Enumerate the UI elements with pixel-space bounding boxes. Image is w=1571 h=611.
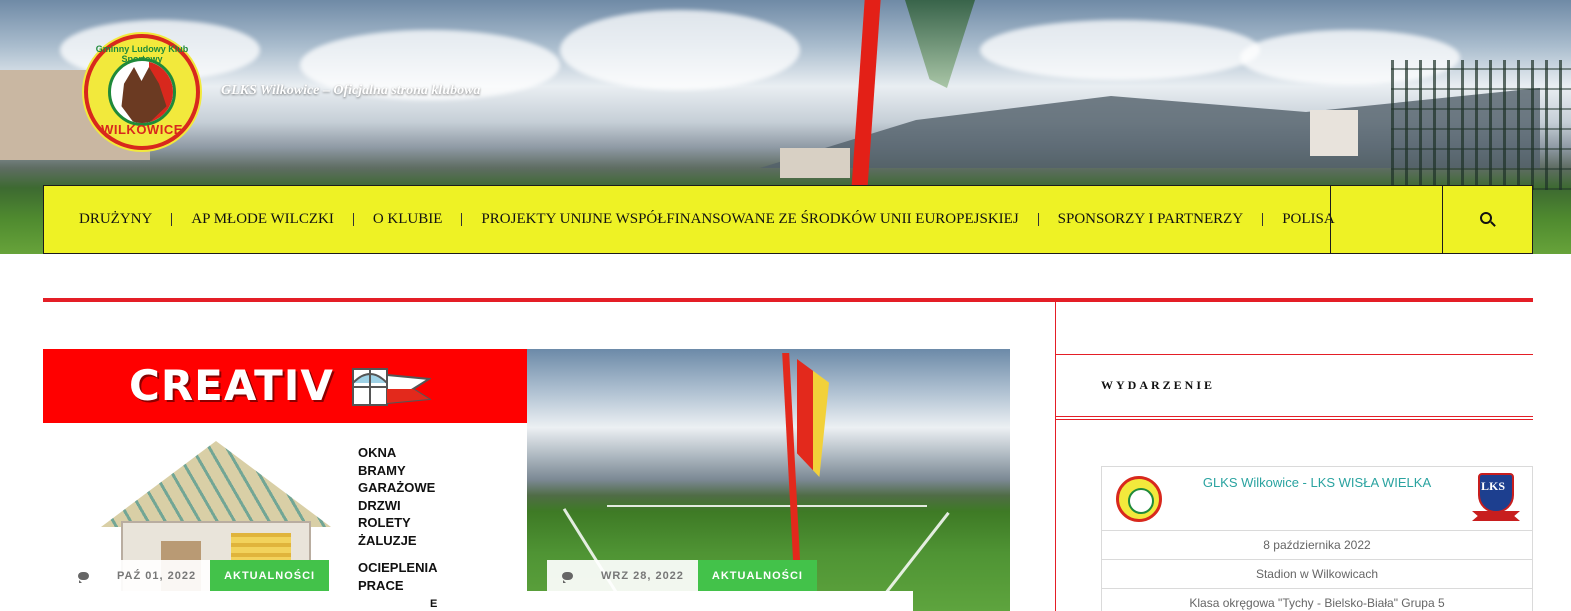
- event-title-link[interactable]: GLKS Wilkowice - LKS WISŁA WIELKA: [1102, 475, 1532, 490]
- main-navigation: DRUŻYNY AP MŁODE WILCZKI O KLUBIE PROJEK…: [43, 185, 1533, 254]
- offer-line: OKNA: [358, 445, 397, 460]
- nav-item-projekty-unijne[interactable]: PROJEKTY UNIJNE WSPÓŁFINANSOWANE ZE ŚROD…: [481, 211, 1018, 228]
- pitch-line: [607, 505, 927, 507]
- ad-banner: CREATIV: [43, 349, 527, 423]
- window-logo-icon: [352, 368, 431, 406]
- away-team-logo: LKS: [1472, 473, 1520, 525]
- cloud: [560, 10, 800, 90]
- logo-bottom-text: WILKOWICE: [101, 122, 183, 137]
- offer-line: BRAMY: [358, 462, 406, 478]
- nav-menu: DRUŻYNY AP MŁODE WILCZKI O KLUBIE PROJEK…: [44, 186, 1335, 253]
- offer-list: OKNA BRAMY GARAŻOWE DRZWI ROLETY ŻALUZJE…: [358, 444, 437, 594]
- corner-flag: [797, 359, 829, 477]
- widget-title: WYDARZENIE: [1101, 378, 1216, 392]
- event-venue: Stadion w Wilkowicach: [1102, 560, 1532, 589]
- event-date: 8 października 2022: [1102, 531, 1532, 560]
- comment-icon: [77, 571, 89, 583]
- fence: [1391, 60, 1571, 190]
- post-excerpt-text: E: [430, 598, 438, 610]
- nav-separator: [461, 213, 463, 226]
- comment-button[interactable]: [547, 560, 587, 591]
- nav-item-ap-mlode-wilczki[interactable]: AP MŁODE WILCZKI: [191, 211, 334, 228]
- comment-button[interactable]: [63, 560, 103, 591]
- nav-item-polisa[interactable]: POLISA: [1282, 211, 1335, 228]
- nav-separator: [352, 213, 354, 226]
- nav-item-sponsorzy[interactable]: SPONSORZY I PARTNERZY: [1058, 211, 1244, 228]
- logo-emblem: [108, 58, 176, 126]
- building: [1310, 110, 1358, 156]
- search-button[interactable]: [1442, 186, 1532, 253]
- category-badge[interactable]: AKTUALNOŚCI: [697, 560, 817, 591]
- offer-line: OCIEPLENIA: [358, 560, 438, 575]
- search-icon: [1479, 211, 1496, 228]
- corner-flag: [905, 0, 975, 88]
- site-tagline: GLKS Wilkowice – Oficjalna strona klubow…: [221, 83, 481, 98]
- sidebar-border: [1055, 302, 1056, 611]
- nav-item-o-klubie[interactable]: O KLUBIE: [373, 211, 443, 228]
- offer-line: DRZWI: [358, 497, 401, 513]
- club-logo[interactable]: Gminny Ludowy Klub Sportowy WILKOWICE: [84, 34, 200, 150]
- nav-separator: [1037, 213, 1039, 226]
- content-divider: [43, 298, 1533, 302]
- nav-separator: [171, 213, 173, 226]
- post-meta: WRZ 28, 2022 AKTUALNOŚCI: [547, 560, 817, 591]
- event-league: Klasa okręgowa "Tychy - Bielsko-Biała" G…: [1102, 589, 1532, 611]
- ad-title: CREATIV: [129, 361, 334, 410]
- event-header: GLKS Wilkowice - LKS WISŁA WIELKA LKS: [1102, 467, 1532, 531]
- nav-item-druzyny[interactable]: DRUŻYNY: [79, 211, 152, 228]
- offer-line: GARAŻOWE: [358, 480, 436, 495]
- offer-line: ŻALUZJE: [358, 532, 417, 548]
- post-date: WRZ 28, 2022: [587, 560, 698, 591]
- comment-icon: [561, 571, 573, 583]
- nav-empty-box: [1330, 186, 1442, 253]
- post-excerpt-panel: [63, 591, 913, 611]
- cloud: [980, 20, 1260, 80]
- post-meta: PAŹ 01, 2022 AKTUALNOŚCI: [63, 560, 330, 591]
- sidebar-rule: [1055, 419, 1533, 420]
- away-logo-text: LKS: [1481, 479, 1506, 493]
- post-date: PAŹ 01, 2022: [103, 560, 211, 591]
- sidebar-rule: [1055, 416, 1533, 417]
- event-card: GLKS Wilkowice - LKS WISŁA WIELKA LKS 8 …: [1101, 466, 1533, 611]
- category-badge[interactable]: AKTUALNOŚCI: [210, 560, 330, 591]
- offer-line: ROLETY: [358, 515, 411, 530]
- building: [780, 148, 850, 178]
- nav-separator: [1262, 213, 1264, 226]
- sidebar-rule: [1055, 354, 1533, 355]
